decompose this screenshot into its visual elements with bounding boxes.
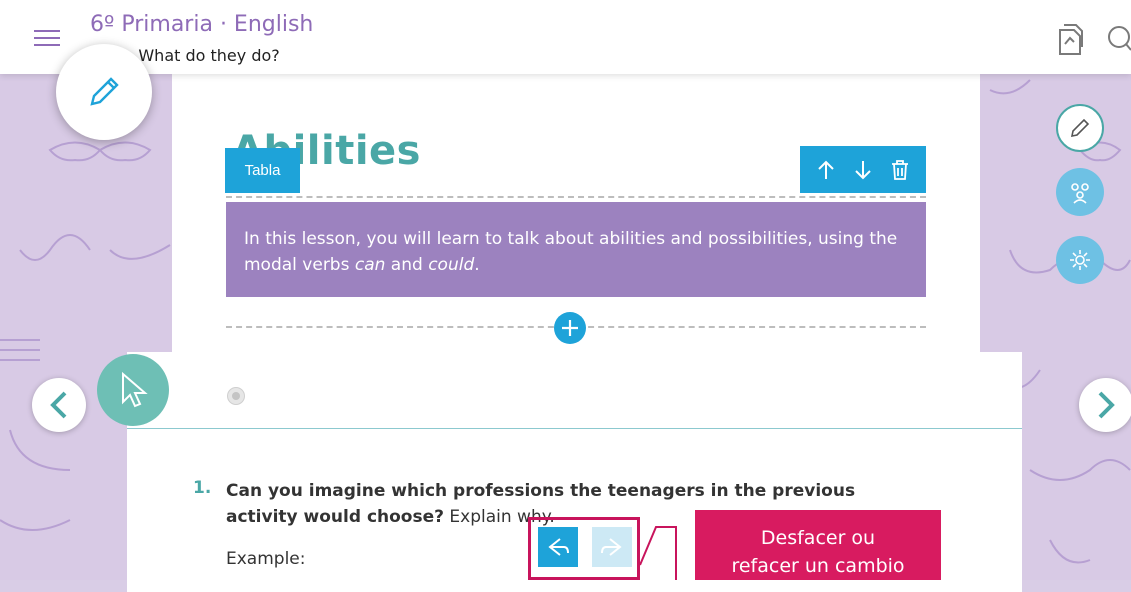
section-divider (127, 428, 1022, 429)
top-header: 6º Primaria · English 5. What do they do… (0, 0, 1131, 74)
block-toolbar (800, 146, 926, 193)
previous-page-button[interactable] (32, 378, 86, 432)
gear-icon (1070, 250, 1090, 270)
group-icon (1071, 183, 1089, 204)
edit-mode-button[interactable] (56, 44, 152, 140)
callout-tooltip: Desfacer ou refacer un cambio (695, 510, 941, 580)
plus-icon (562, 320, 578, 336)
arrow-up-icon[interactable] (812, 156, 840, 184)
side-group-button[interactable] (1056, 168, 1104, 216)
undo-redo-highlight (528, 517, 640, 580)
trash-icon[interactable] (886, 156, 914, 184)
side-edit-button[interactable] (1056, 104, 1104, 152)
block-divider-top (226, 196, 926, 198)
chevron-right-icon (1098, 391, 1115, 419)
radio-option[interactable] (227, 387, 245, 405)
add-block-button[interactable] (554, 312, 586, 344)
lesson-intro-text: In this lesson, you will learn to talk a… (244, 229, 898, 275)
arrow-down-icon[interactable] (849, 156, 877, 184)
search-icon[interactable] (1104, 22, 1131, 58)
lesson-intro-and: and (385, 255, 429, 275)
chevron-left-icon (50, 391, 67, 419)
callout-line-2: refacer un cambio (731, 555, 905, 577)
select-tool-button[interactable] (97, 354, 169, 426)
lesson-keyword-could: could (428, 255, 475, 275)
pencil-icon (1070, 118, 1090, 138)
pencil-icon (90, 77, 119, 106)
callout-connector (639, 526, 677, 580)
lesson-intro-box: In this lesson, you will learn to talk a… (226, 202, 926, 297)
side-settings-button[interactable] (1056, 236, 1104, 284)
lesson-intro-end: . (474, 255, 480, 275)
course-title: 6º Primaria · English (90, 12, 314, 37)
next-page-button[interactable] (1079, 378, 1131, 432)
example-label: Example: (226, 549, 306, 569)
cursor-icon (122, 371, 148, 408)
pages-icon[interactable] (1053, 22, 1087, 58)
block-type-tag[interactable]: Tabla (225, 148, 300, 193)
question-number: 1. (193, 478, 212, 498)
hamburger-icon[interactable] (34, 30, 60, 48)
lesson-keyword-can: can (354, 255, 386, 275)
callout-line-1: Desfacer ou (760, 527, 876, 549)
